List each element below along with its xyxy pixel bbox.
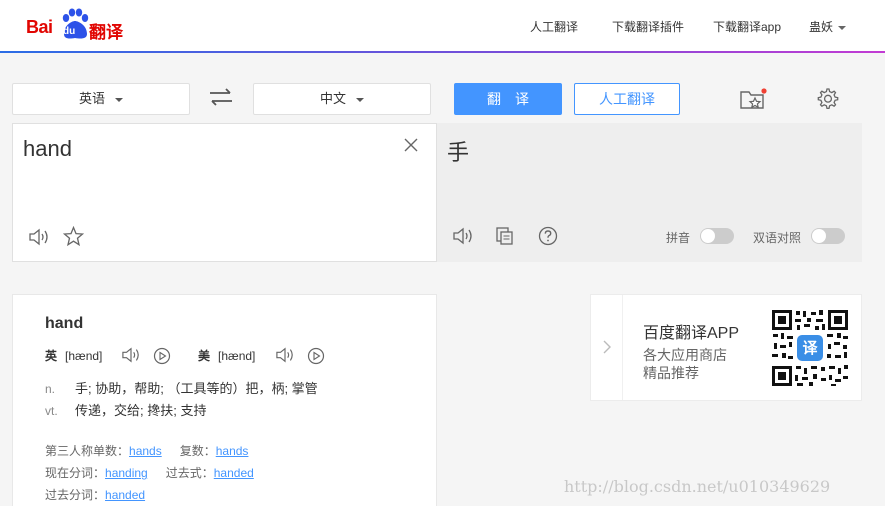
definition-text: 传递，交给; 搀扶; 支持: [75, 403, 207, 418]
dictionary-word: hand: [45, 315, 84, 332]
human-translation-button[interactable]: 人工翻译: [574, 83, 680, 115]
us-label: 美: [198, 349, 211, 363]
qr-code: 译: [771, 309, 849, 387]
source-input-panel[interactable]: hand: [12, 123, 437, 262]
play-icon[interactable]: [153, 347, 171, 365]
plural-link[interactable]: hands: [216, 444, 249, 458]
header-divider: [0, 51, 885, 53]
us-phonetic-text: [hænd]: [218, 349, 256, 363]
chevron-down-icon: [115, 97, 123, 102]
dictionary-card: hand 英 [hænd] 美 [hænd] n. 手; 协助，帮助; （工具等的）把…: [12, 294, 437, 506]
uk-phonetic: 英 [hænd]: [45, 347, 102, 364]
source-text[interactable]: hand: [23, 136, 72, 162]
favorites-icon[interactable]: [739, 87, 769, 111]
app-promo-title: 百度翻译APP: [643, 325, 740, 342]
user-menu[interactable]: 蛊妖: [809, 18, 847, 35]
play-icon[interactable]: [307, 347, 325, 365]
definition-row: vt. 传递，交给; 搀扶; 支持: [45, 400, 206, 419]
us-phonetic: 美 [hænd]: [198, 347, 255, 364]
part-of-speech: n.: [45, 382, 56, 396]
star-icon[interactable]: [63, 226, 84, 247]
present-participle-link[interactable]: handing: [105, 466, 148, 480]
watermark: http://blog.csdn.net/u010349629: [564, 477, 831, 496]
translation-text: 手: [447, 140, 470, 165]
logo-du: du: [63, 26, 76, 37]
chevron-right-icon: [603, 340, 611, 354]
target-language-select[interactable]: 中文: [253, 83, 431, 115]
plural-label: 复数：: [179, 444, 216, 458]
speaker-icon[interactable]: [28, 227, 50, 247]
target-language-label: 中文: [319, 91, 346, 106]
app-promo-card[interactable]: 百度翻译APP 各大应用商店 精品推荐 译: [590, 294, 862, 401]
source-language-label: 英语: [78, 91, 105, 106]
copy-icon[interactable]: [495, 226, 515, 246]
uk-label: 英: [45, 349, 58, 363]
pinyin-label: 拼音: [666, 231, 691, 245]
bilingual-label: 双语对照: [753, 231, 802, 245]
present-participle-label: 现在分词：: [45, 466, 106, 480]
uk-phonetic-text: [hænd]: [65, 349, 103, 363]
definition-row: n. 手; 协助，帮助; （工具等的）把，柄; 掌管: [45, 378, 318, 397]
app-promo-line1: 各大应用商店: [643, 347, 727, 363]
speaker-icon[interactable]: [452, 226, 474, 246]
chevron-down-icon: [838, 25, 847, 30]
past-participle-link[interactable]: handed: [105, 488, 145, 502]
speaker-icon[interactable]: [121, 346, 141, 364]
past-participle-label: 过去分词：: [45, 488, 106, 502]
help-icon[interactable]: [538, 226, 558, 246]
word-forms-row: 第三人称单数：hands 复数：hands: [45, 442, 266, 459]
definition-text: 手; 协助，帮助; （工具等的）把，柄; 掌管: [75, 381, 318, 396]
close-icon[interactable]: [404, 138, 418, 152]
translate-button[interactable]: 翻译: [454, 83, 562, 115]
logo-fanyi: 翻译: [89, 23, 123, 42]
past-tense-link[interactable]: handed: [214, 466, 254, 480]
header: Bai du 翻译 人工翻译 下载翻译插件 下载翻译app 蛊妖: [0, 0, 885, 52]
qr-badge-text: 译: [802, 339, 818, 357]
speaker-icon[interactable]: [275, 346, 295, 364]
bilingual-toggle[interactable]: [811, 228, 845, 244]
app-promo-line2: 精品推荐: [643, 365, 699, 381]
baidu-fanyi-logo[interactable]: Bai du 翻译: [26, 8, 126, 42]
third-person-label: 第三人称单数：: [45, 444, 130, 458]
logo-bai: Bai: [26, 17, 53, 37]
pinyin-toggle[interactable]: [700, 228, 734, 244]
nav-human-translation[interactable]: 人工翻译: [530, 18, 578, 35]
third-person-link[interactable]: hands: [129, 444, 162, 458]
translation-output-panel: 手 拼音 双语对照: [437, 123, 862, 262]
app-promo-toggle[interactable]: [591, 295, 623, 400]
word-forms-row: 过去分词：handed: [45, 486, 163, 503]
part-of-speech: vt.: [45, 404, 58, 418]
swap-icon[interactable]: [208, 86, 234, 108]
settings-icon[interactable]: [815, 87, 839, 111]
word-forms-row: 现在分词：handing 过去式：handed: [45, 464, 272, 481]
nav-download-plugin[interactable]: 下载翻译插件: [612, 18, 684, 35]
chevron-down-icon: [356, 97, 364, 102]
nav-download-app[interactable]: 下载翻译app: [713, 18, 781, 35]
source-language-select[interactable]: 英语: [12, 83, 190, 115]
past-tense-label: 过去式：: [165, 466, 214, 480]
username: 蛊妖: [809, 20, 834, 34]
